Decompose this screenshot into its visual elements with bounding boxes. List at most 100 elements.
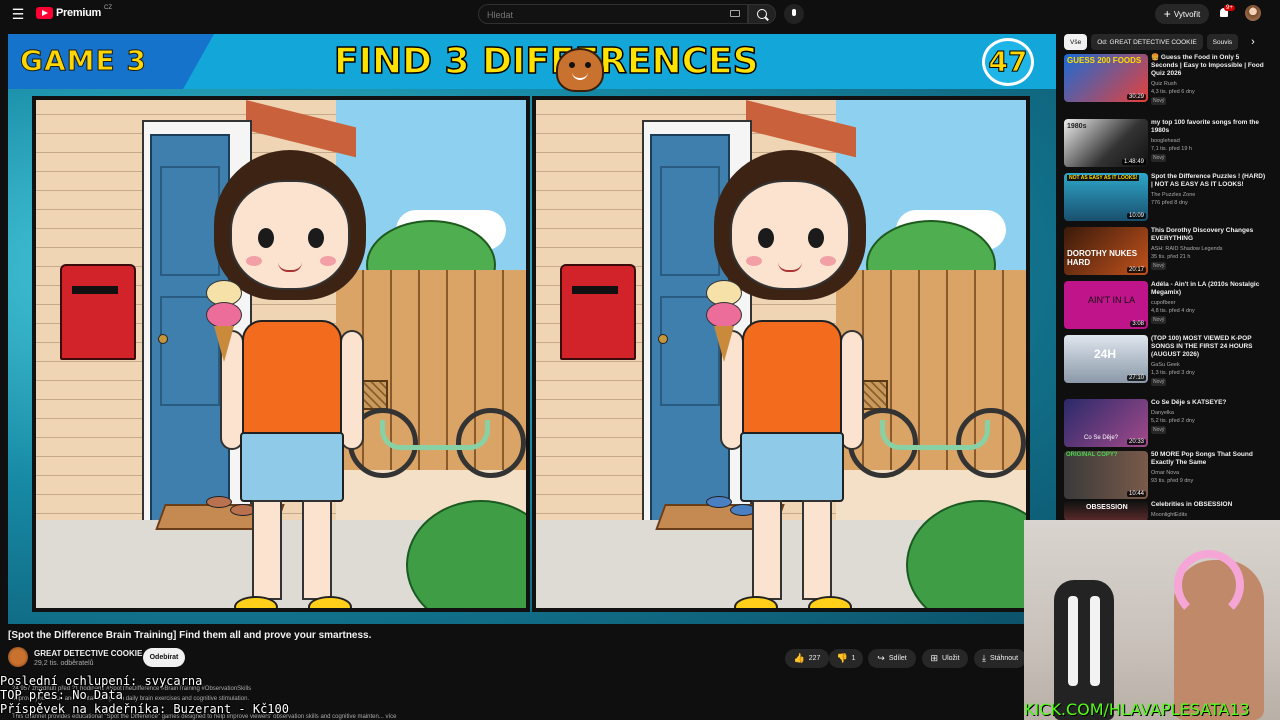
recommended-video[interactable]: GUESS 200 FOODS 30:29 🍔 Guess the Food i… bbox=[1064, 54, 1274, 106]
video-thumbnail[interactable]: 1980s 1:48:49 bbox=[1064, 119, 1148, 167]
ice-cream-cone bbox=[214, 326, 234, 362]
puzzle-image-right[interactable] bbox=[532, 96, 1030, 612]
save-button[interactable]: ⊞ Uložit bbox=[922, 649, 968, 668]
arm bbox=[340, 330, 364, 450]
keyboard-icon[interactable] bbox=[730, 10, 740, 17]
save-label: Uložit bbox=[942, 655, 960, 662]
video-duration: 20:33 bbox=[1126, 439, 1146, 445]
hamburger-menu-icon[interactable]: ☰ bbox=[10, 6, 26, 22]
pink-headphones bbox=[1174, 550, 1244, 620]
recommended-video[interactable]: ORIGINAL COPY? 10:44 50 MORE Pop Songs T… bbox=[1064, 451, 1274, 503]
blue-shorts bbox=[740, 432, 844, 502]
leg bbox=[252, 500, 282, 600]
mailbox-slot bbox=[572, 286, 618, 294]
video-thumbnail[interactable]: 24H 27:10 bbox=[1064, 335, 1148, 383]
mouth bbox=[278, 262, 302, 272]
top-bar: ☰ Premium CZ + Vytvořit 9+ bbox=[0, 0, 1280, 28]
download-icon: ⤓ bbox=[982, 653, 986, 663]
create-button[interactable]: + Vytvořit bbox=[1155, 4, 1209, 24]
like-button[interactable]: 👍 227 bbox=[785, 649, 829, 668]
download-button[interactable]: ⤓ Stáhnout bbox=[974, 649, 1026, 668]
ice-cream-scoop bbox=[206, 302, 242, 328]
recommended-video[interactable]: DOROTHY NUKES HARD 20:17 This Dorothy Di… bbox=[1064, 227, 1274, 279]
video-thumbnail[interactable]: GUESS 200 FOODS 30:29 bbox=[1064, 54, 1148, 102]
door-knob bbox=[658, 334, 668, 344]
leg bbox=[302, 500, 332, 600]
recommended-video[interactable]: Co Se Děje? 20:33 Co Se Děje s KATSEYE? D… bbox=[1064, 399, 1274, 451]
recommended-title[interactable]: my top 100 favorite songs from the 1980s… bbox=[1151, 119, 1267, 162]
share-button[interactable]: ↪ Sdílet bbox=[868, 649, 916, 668]
video-duration: 27:10 bbox=[1126, 375, 1146, 381]
eye bbox=[258, 228, 274, 248]
channel-avatar[interactable] bbox=[8, 647, 28, 667]
video-duration: 10:09 bbox=[1126, 213, 1146, 219]
cheek bbox=[246, 256, 262, 266]
chip-from-channel[interactable]: Od: GREAT DETECTIVE COOKIE bbox=[1091, 34, 1203, 50]
video-thumbnail[interactable]: ORIGINAL COPY? 10:44 bbox=[1064, 451, 1148, 499]
recommended-title[interactable]: Celebrities in OBSESSION MoonlightEdits bbox=[1151, 501, 1267, 519]
chevron-right-icon[interactable]: › bbox=[1246, 34, 1260, 50]
share-label: Sdílet bbox=[888, 655, 907, 662]
video-thumbnail[interactable]: NOT AS EASY AS IT LOOKS! 10:09 bbox=[1064, 173, 1148, 221]
video-thumbnail[interactable]: OBSESSION bbox=[1064, 501, 1148, 521]
dislike-button[interactable]: 👎 1 bbox=[829, 649, 863, 668]
bush bbox=[906, 500, 1026, 608]
user-avatar[interactable] bbox=[1245, 5, 1261, 21]
leg bbox=[802, 500, 832, 600]
search-box[interactable] bbox=[478, 4, 748, 24]
girl-character bbox=[690, 150, 890, 608]
plus-icon: + bbox=[1163, 7, 1171, 21]
blue-shorts bbox=[240, 432, 344, 502]
microphone-icon[interactable] bbox=[784, 4, 804, 24]
cheek bbox=[746, 256, 762, 266]
orange-top bbox=[242, 320, 342, 440]
cheek bbox=[820, 256, 836, 266]
recommended-video[interactable]: 1980s 1:48:49 my top 100 favorite songs … bbox=[1064, 119, 1274, 171]
recommended-title[interactable]: Co Se Děje s KATSEYE? Danyelka 5,2 tis. př… bbox=[1151, 399, 1267, 434]
chip-all[interactable]: Vše bbox=[1064, 34, 1088, 50]
video-duration: 20:17 bbox=[1126, 267, 1146, 273]
video-thumbnail[interactable]: DOROTHY NUKES HARD 20:17 bbox=[1064, 227, 1148, 275]
ice-cream bbox=[204, 280, 244, 362]
recommended-title[interactable]: 🍔 Guess the Food in Only 5 Seconds | Eas… bbox=[1151, 54, 1267, 105]
video-title: [Spot the Difference Brain Training] Fin… bbox=[8, 630, 372, 641]
recommended-title[interactable]: (TOP 100) MOST VIEWED K-POP SONGS IN THE… bbox=[1151, 335, 1267, 386]
game-label: GAME 3 bbox=[20, 44, 147, 78]
recommended-video[interactable]: 24H 27:10 (TOP 100) MOST VIEWED K-POP SO… bbox=[1064, 335, 1274, 387]
gaming-chair bbox=[1054, 580, 1114, 720]
video-duration: 30:29 bbox=[1126, 94, 1146, 100]
search-input[interactable] bbox=[479, 6, 719, 24]
thumb-text: Co Se Děje? bbox=[1084, 435, 1119, 441]
eye bbox=[758, 228, 774, 248]
bike-frame bbox=[880, 420, 990, 450]
channel-name[interactable]: GREAT DETECTIVE COOKIE bbox=[34, 649, 142, 658]
youtube-premium-logo[interactable]: Premium CZ bbox=[36, 5, 112, 19]
thumb-text: 24H bbox=[1094, 347, 1117, 361]
video-thumbnail[interactable]: Co Se Děje? 20:33 bbox=[1064, 399, 1148, 447]
yellow-shoe bbox=[734, 596, 778, 608]
video-thumbnail[interactable]: AIN'T IN LA 3:08 bbox=[1064, 281, 1148, 329]
search-button[interactable] bbox=[748, 4, 776, 24]
game-banner: GAME 3 FIND 3 DIFFERENCES 47 bbox=[8, 34, 1056, 92]
video-player[interactable]: GAME 3 FIND 3 DIFFERENCES 47 bbox=[8, 34, 1056, 624]
thumb-text: NOT AS EASY AS IT LOOKS! bbox=[1067, 175, 1140, 181]
recommended-video[interactable]: AIN'T IN LA 3:08 Adéla - Ain't in LA (20… bbox=[1064, 281, 1274, 333]
countdown-timer: 47 bbox=[982, 38, 1034, 86]
kick-channel-url: KICK.COM/HLAVAPLESATA13 bbox=[1024, 700, 1250, 719]
video-duration: 10:44 bbox=[1126, 491, 1146, 497]
recommended-video[interactable]: NOT AS EASY AS IT LOOKS! 10:09 Spot the … bbox=[1064, 173, 1274, 225]
dislike-count: 1 bbox=[851, 655, 856, 662]
ice-cream-cone bbox=[714, 326, 734, 362]
subscribe-button[interactable]: Odebírat bbox=[143, 648, 185, 667]
recommended-title[interactable]: Spot the Difference Puzzles ! (HARD) | N… bbox=[1151, 173, 1267, 215]
chip-related[interactable]: Souvis bbox=[1206, 34, 1239, 50]
like-count: 227 bbox=[808, 655, 821, 662]
recommended-title[interactable]: Adéla - Ain't in LA (2010s Nostalgic Meg… bbox=[1151, 281, 1267, 324]
overlay-donation: Příspěvek na kadeřníka: Buzerant - Kč100 bbox=[0, 702, 289, 716]
recommended-title[interactable]: This Dorothy Discovery Changes EVERYTHIN… bbox=[1151, 227, 1267, 270]
video-duration: 3:08 bbox=[1130, 321, 1146, 327]
thumbs-up-icon: 👍 bbox=[793, 653, 805, 663]
bike-frame bbox=[380, 420, 490, 450]
subscriber-count: 29,2 tis. odběratelů bbox=[34, 660, 94, 667]
recommended-title[interactable]: 50 MORE Pop Songs That Sound Exactly The… bbox=[1151, 451, 1267, 493]
